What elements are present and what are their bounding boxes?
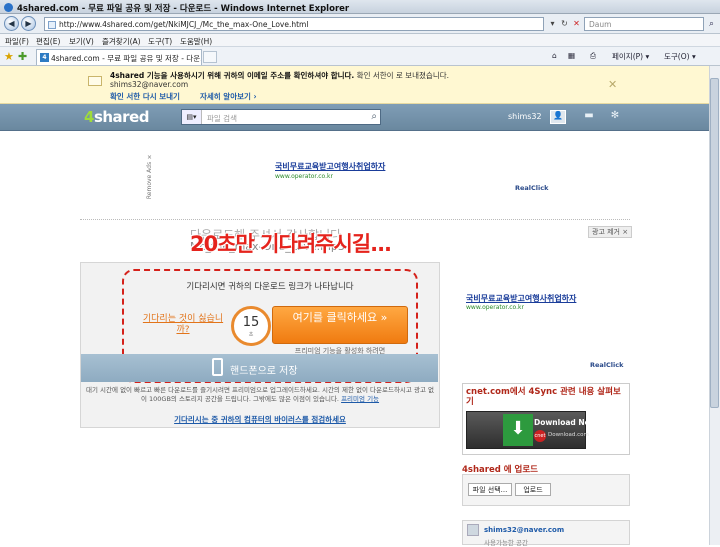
countdown-unit: 초 [248, 332, 254, 338]
skip-wait-link[interactable]: 기다리는 것이 싫습니까? [138, 314, 228, 336]
cnet-title[interactable]: cnet.com에서 4Sync 관련 내용 살펴보기 [466, 387, 626, 407]
back-button[interactable]: ◀ [4, 16, 19, 31]
feeds-icon[interactable]: ▦ [568, 51, 575, 60]
settings-gear-icon[interactable]: ✻ [608, 110, 622, 124]
menu-favorites[interactable]: 즐겨찾기(A) [102, 36, 141, 47]
choose-file-button[interactable]: 파일 선택... [468, 483, 512, 496]
notice-bold: 4shared 기능을 사용하시기 위해 귀하의 이메일 주소를 확인하셔야 합… [110, 71, 355, 80]
notice-email: shims32@naver.com [110, 80, 189, 89]
menu-file[interactable]: 파일(F) [5, 36, 29, 47]
page-icon [48, 21, 56, 29]
top-ad-url: www.operator.co.kr [275, 173, 333, 180]
learn-more-link[interactable]: 자세히 알아보기 › [200, 91, 257, 102]
remove-ads-vertical[interactable]: Remove Ads × [146, 153, 153, 199]
right-ad-title[interactable]: 국비무료교육받고여행사취업하자 [466, 293, 576, 304]
envelope-icon [88, 76, 102, 86]
file-search-input[interactable]: ▤▾ 파일 검색 ⌕ [181, 109, 381, 125]
messages-icon[interactable]: ▬ [582, 110, 596, 124]
user-avatar-icon[interactable]: 👤 [550, 110, 566, 124]
tools-menu[interactable]: 도구(O) ▾ [664, 51, 696, 62]
realclick-logo-2: RealClick [590, 361, 624, 369]
browser-search-input[interactable]: Daum [584, 17, 704, 31]
menu-edit[interactable]: 편집(E) [36, 36, 60, 47]
logo-text: shared [93, 108, 150, 126]
ad-remove-button[interactable]: 광고 제거 × [588, 226, 633, 238]
username[interactable]: shims32 [508, 112, 542, 121]
browser-tab[interactable]: 4 4shared.com - 무료 파일 공유 및 저장 - 다운... [36, 49, 202, 65]
resend-link[interactable]: 확인 서한 다시 보내기 [110, 91, 180, 102]
browser-search-placeholder: Daum [589, 20, 612, 29]
window-title: 4shared.com - 무료 파일 공유 및 저장 - 다운로드 - Win… [17, 4, 350, 14]
account-avatar [467, 524, 479, 536]
top-ad-banner[interactable] [145, 147, 545, 197]
close-icon[interactable]: ✕ [608, 78, 617, 91]
download-now-label: Download Now [534, 418, 597, 427]
cnet-logo: cnet [534, 430, 546, 442]
logo-number: 4 [84, 108, 94, 126]
print-icon[interactable]: ⎙ [590, 51, 596, 61]
add-favorite-icon[interactable]: ✚ [18, 50, 27, 63]
menu-tools[interactable]: 도구(T) [148, 36, 172, 47]
forward-button[interactable]: ▶ [21, 16, 36, 31]
account-storage: 사용가능한 공간 [484, 539, 528, 547]
stop-icon[interactable]: ✕ [570, 17, 583, 31]
search-placeholder: 파일 검색 [207, 114, 237, 123]
wait-overlay-text: 20초만 기다려주시길... [190, 232, 392, 256]
account-email[interactable]: shims32@naver.com [484, 526, 564, 534]
home-icon[interactable]: ⌂ [552, 51, 557, 60]
download-wait-title: 기다리시면 귀하의 다운로드 링크가 나타납니다 [186, 282, 354, 292]
address-input[interactable]: http://www.4shared.com/get/NkiMJCJ_/Mc_t… [44, 17, 544, 31]
menu-view[interactable]: 보기(V) [69, 36, 94, 47]
page-menu[interactable]: 페이지(P) ▾ [612, 51, 649, 62]
new-tab-button[interactable] [203, 51, 217, 63]
page-menu-label: 페이지(P) [612, 52, 644, 61]
download-arrow-icon: ⬇ [503, 414, 533, 446]
address-text: http://www.4shared.com/get/NkiMJCJ_/Mc_t… [59, 20, 309, 29]
save-to-phone-label: 핸드폰으로 저장 [230, 366, 298, 377]
site-logo[interactable]: 4shared [84, 108, 149, 126]
ie-icon [4, 3, 13, 12]
tab-title: 4shared.com - 무료 파일 공유 및 저장 - 다운... [51, 54, 202, 63]
right-ad-url: www.operator.co.kr [466, 304, 524, 311]
realclick-logo: RealClick [515, 184, 549, 192]
download-com-label: Download.com [548, 432, 589, 438]
premium-info-text: 대기 시간에 없이 빠르고 빠른 다운로드를 즐기시려면 프리미엄으로 업그레이… [86, 386, 434, 403]
menu-help[interactable]: 도움말(H) [180, 36, 212, 47]
menu-bar: 파일(F) 편집(E) 보기(V) 즐겨찾기(A) 도구(T) 도움말(H) [0, 34, 720, 47]
favicon-icon: 4 [40, 53, 49, 62]
notice-rest: 확인 서한이 로 보내졌습니다. [354, 71, 450, 80]
favorites-star-icon[interactable]: ★ [4, 50, 14, 63]
tools-menu-label: 도구(O) [664, 52, 690, 61]
countdown-number: 15 [242, 315, 260, 330]
search-type-dropdown[interactable]: ▤▾ [182, 110, 202, 124]
search-icon[interactable]: ⌕ [705, 17, 718, 31]
window-titlebar: 4shared.com - 무료 파일 공유 및 저장 - 다운로드 - Win… [0, 0, 720, 14]
search-icon[interactable]: ⌕ [371, 111, 377, 122]
virus-check-link[interactable]: 기다리시는 중 귀하의 컴퓨터의 바이러스를 점검하세요 [84, 414, 436, 425]
premium-info: 대기 시간에 없이 빠르고 빠른 다운로드를 즐기시려면 프리미엄으로 업그레이… [84, 386, 436, 404]
top-ad-title[interactable]: 국비무료교육받고여행사취업하자 [275, 161, 385, 172]
click-here-button[interactable]: 여기를 클릭하세요 » [272, 306, 408, 344]
scrollbar-thumb[interactable] [710, 78, 719, 408]
premium-link[interactable]: 프리미엄 기능 [341, 395, 379, 403]
phone-icon [212, 358, 223, 376]
divider [80, 219, 630, 220]
upload-button[interactable]: 업로드 [515, 483, 551, 496]
